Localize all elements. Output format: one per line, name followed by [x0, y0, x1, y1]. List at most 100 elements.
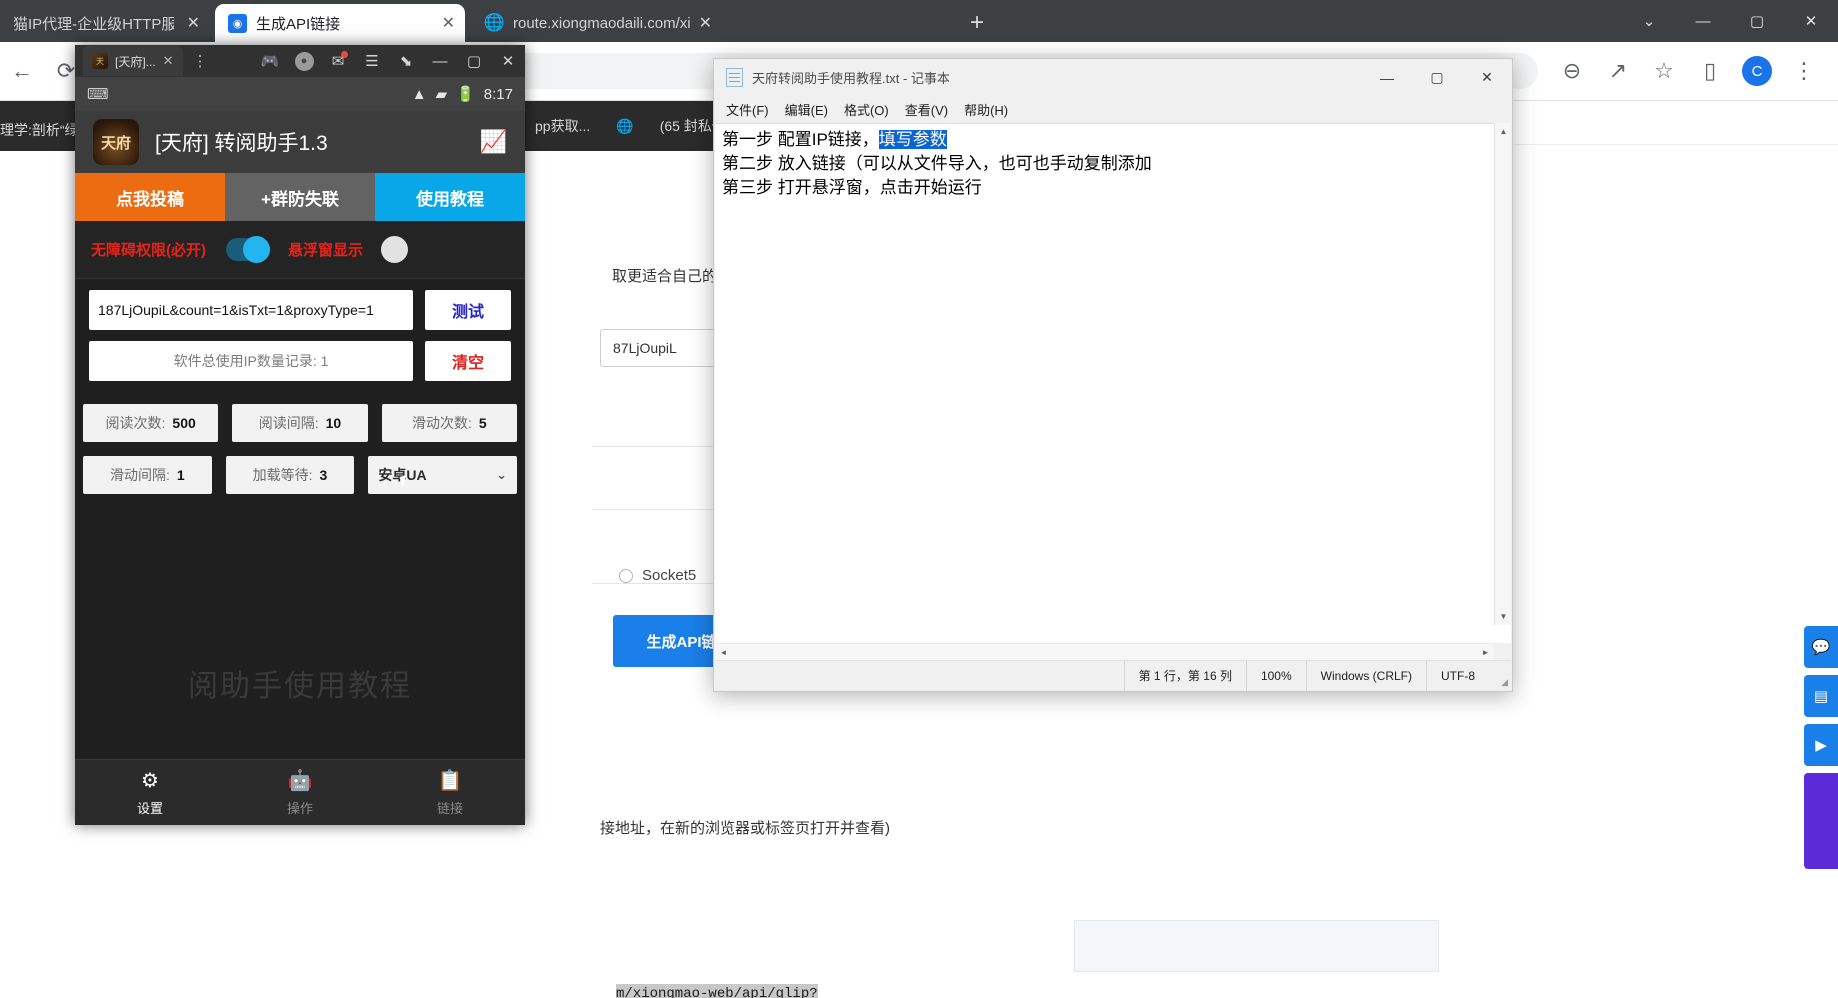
emulator-menu-icon[interactable]: ⋮ [183, 52, 219, 70]
scroll-left-icon[interactable]: ◄ [715, 648, 732, 657]
swipe-count-label: 滑动次数: [412, 413, 472, 433]
chat-fab-icon[interactable]: 💬 [1804, 626, 1838, 668]
maximize-button[interactable]: ▢ [457, 45, 491, 77]
horizontal-scrollbar[interactable]: ◄ ► [715, 643, 1494, 660]
bottom-nav-link[interactable]: 📋 链接 [375, 760, 525, 825]
account-icon[interactable]: ● [287, 45, 321, 77]
app-header: 天府 [天府] 转阅助手1.3 📈 [75, 111, 525, 173]
page-title: [天府] 转阅助手1.3 [155, 127, 464, 157]
menu-format[interactable]: 格式(O) [844, 100, 889, 119]
notepad-window-controls: — ▢ ✕ [1362, 59, 1512, 96]
tab-submit[interactable]: 点我投稿 [75, 173, 225, 221]
maximize-button[interactable]: ▢ [1730, 0, 1784, 42]
android-icon: 🤖 [288, 768, 313, 793]
bottom-nav-settings[interactable]: ⚙ 设置 [75, 760, 225, 825]
swipe-interval-field[interactable]: 滑动间隔: 1 [83, 456, 212, 494]
scroll-up-icon[interactable]: ▲ [1495, 123, 1512, 140]
emulator-tab-label: [天府]... [115, 53, 156, 70]
permission-row: 无障碍权限(必开) 悬浮窗显示 [75, 221, 525, 279]
page-left-text: 理学:剖析“绿 [0, 120, 79, 140]
accessibility-toggle[interactable] [226, 238, 270, 261]
clear-button[interactable]: 清空 [425, 341, 511, 381]
browser-tab-1-title: 生成API链接 [256, 13, 340, 34]
signal-icon: ▰ [436, 85, 448, 103]
close-icon[interactable]: ✕ [187, 13, 200, 33]
scroll-right-icon[interactable]: ► [1477, 648, 1494, 657]
browser-tab-2[interactable]: 🌐 route.xiongmaodaili.com/xiong ✕ [472, 4, 722, 42]
minimize-button[interactable]: — [423, 45, 457, 77]
keyboard-icon: ⌨ [87, 85, 108, 103]
bottom-nav-settings-label: 设置 [137, 798, 163, 817]
socket5-radio-row[interactable]: Socket5 [619, 567, 696, 584]
tab-group[interactable]: +群防失联 [225, 173, 375, 221]
close-icon[interactable]: ✕ [699, 13, 712, 33]
menu-edit[interactable]: 编辑(E) [785, 100, 828, 119]
avatar[interactable]: C [1742, 56, 1772, 86]
promo-fab[interactable] [1804, 773, 1838, 869]
browser-tabstrip: 猫IP代理-企业级HTTP服务提供 ✕ ◉ 生成API链接 ✕ 🌐 route.… [0, 0, 1838, 42]
star-icon[interactable]: ☆ [1642, 49, 1686, 93]
swipe-interval-value: 1 [177, 467, 185, 483]
resize-grip-icon[interactable]: ◢ [1489, 661, 1511, 691]
masked-tab-title: pp获取... [535, 116, 590, 136]
close-button[interactable]: ✕ [1784, 0, 1838, 42]
mail-icon[interactable]: ✉ [321, 45, 355, 77]
close-button[interactable]: ✕ [1462, 59, 1512, 96]
qr-fab-icon[interactable]: ▤ [1804, 675, 1838, 717]
notepad-window: 天府转阅助手使用教程.txt - 记事本 — ▢ ✕ 文件(F) 编辑(E) 格… [713, 58, 1513, 692]
radio-icon[interactable] [619, 569, 633, 583]
menu-view[interactable]: 查看(V) [905, 100, 948, 119]
back-icon[interactable]: ← [0, 49, 44, 93]
tab-tutorial[interactable]: 使用教程 [375, 173, 525, 221]
browser-tab-0[interactable]: 猫IP代理-企业级HTTP服务提供 ✕ [0, 4, 210, 42]
minimize-button[interactable]: — [1676, 0, 1730, 42]
resize-icon[interactable]: ⬊ [389, 45, 423, 77]
load-wait-field[interactable]: 加载等待: 3 [226, 456, 355, 494]
scroll-down-icon[interactable]: ▼ [1495, 608, 1512, 625]
notepad-text-area[interactable]: 第一步 配置IP链接，填写参数 第二步 放入链接（可以从文件导入，也可也手动复制… [715, 123, 1511, 643]
read-count-field[interactable]: 阅读次数: 500 [83, 404, 218, 442]
notepad-menubar: 文件(F) 编辑(E) 格式(O) 查看(V) 帮助(H) [714, 96, 1512, 123]
gamepad-icon[interactable]: 🎮 [253, 45, 287, 77]
bottom-nav-operate[interactable]: 🤖 操作 [225, 760, 375, 825]
close-icon[interactable]: ✕ [163, 53, 174, 69]
browser-tab-1[interactable]: ◉ 生成API链接 ✕ [215, 4, 465, 42]
api-url-line-1: m/xiongmao-web/api/glip? [616, 984, 818, 998]
search-minus-icon[interactable]: ⊖ [1550, 49, 1594, 93]
minimize-button[interactable]: — [1362, 59, 1412, 96]
share-icon[interactable]: ↗ [1596, 49, 1640, 93]
browser-tab-2-title: route.xiongmaodaili.com/xiong [513, 15, 690, 32]
test-button[interactable]: 测试 [425, 290, 511, 330]
bottom-nav-operate-label: 操作 [287, 798, 313, 817]
load-wait-value: 3 [320, 467, 328, 483]
read-interval-field[interactable]: 阅读间隔: 10 [232, 404, 367, 442]
emulator-tab[interactable]: 天 [天府]... ✕ [83, 46, 183, 76]
battery-charging-icon: 🔋 [456, 85, 475, 103]
notepad-line-2: 第二步 放入链接（可以从文件导入，也可也手动复制添加 [719, 152, 1511, 176]
swipe-count-field[interactable]: 滑动次数: 5 [382, 404, 517, 442]
line-ending: Windows (CRLF) [1306, 661, 1426, 691]
hamburger-icon[interactable]: ☰ [355, 45, 389, 77]
close-icon[interactable]: ✕ [442, 13, 455, 33]
notepad-status-bar: 第 1 行，第 16 列 100% Windows (CRLF) UTF-8 ◢ [715, 660, 1511, 690]
ip-link-input[interactable]: 187LjOupiL&count=1&isTxt=1&proxyType=1 [89, 290, 413, 330]
notepad-line-3: 第三步 打开悬浮窗，点击开始运行 [719, 176, 1511, 200]
activity-chart-icon[interactable]: 📈 [480, 129, 507, 155]
globe-icon: 🌐 [485, 14, 504, 33]
side-panel-icon[interactable]: ▯ [1688, 49, 1732, 93]
new-tab-button[interactable]: + [962, 10, 992, 38]
app-icon: 天 [92, 53, 108, 69]
side-fab-column[interactable]: 💬 ▤ ▶ [1804, 626, 1838, 869]
maximize-button[interactable]: ▢ [1412, 59, 1462, 96]
menu-help[interactable]: 帮助(H) [964, 100, 1008, 119]
vertical-scrollbar[interactable]: ▲ ▼ [1494, 123, 1511, 625]
ua-select[interactable]: 安卓UA ⌄ [368, 456, 517, 494]
read-interval-label: 阅读间隔: [259, 413, 319, 433]
notification-dot [341, 51, 348, 58]
close-button[interactable]: ✕ [491, 45, 525, 77]
browser-menu-icon[interactable]: ⋮ [1782, 49, 1826, 93]
play-fab-icon[interactable]: ▶ [1804, 724, 1838, 766]
floatwindow-toggle[interactable] [381, 236, 408, 263]
chevron-down-icon[interactable]: ⌄ [1622, 0, 1676, 42]
menu-file[interactable]: 文件(F) [726, 100, 769, 119]
